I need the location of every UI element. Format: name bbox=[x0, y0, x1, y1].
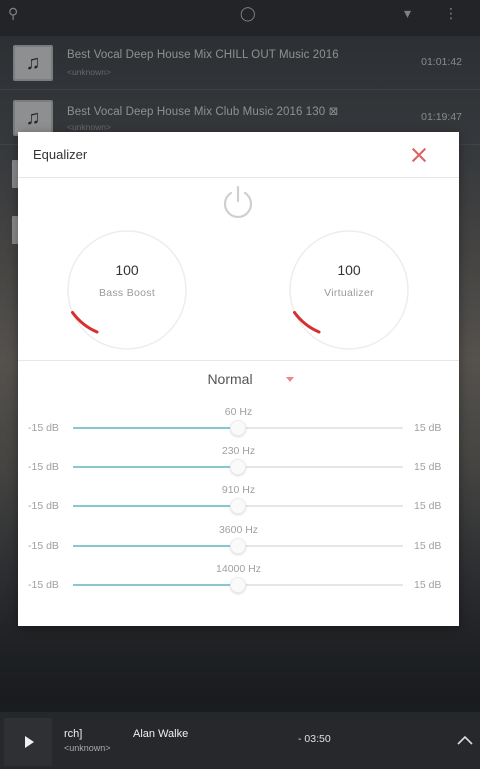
band-230hz: 230 Hz -15 dB 15 dB bbox=[18, 445, 459, 481]
virtualizer-label: Virtualizer bbox=[324, 287, 374, 299]
band-frequency: 3600 Hz bbox=[218, 524, 259, 536]
virtualizer-value: 100 bbox=[337, 262, 361, 278]
band-min-label: -15 dB bbox=[28, 500, 59, 512]
dialog-title: Equalizer bbox=[33, 147, 88, 162]
band-slider[interactable] bbox=[73, 498, 403, 514]
band-slider-fill bbox=[73, 466, 238, 468]
band-frequency: 60 Hz bbox=[224, 406, 253, 418]
band-frequency: 910 Hz bbox=[221, 484, 256, 496]
band-max-label: 15 dB bbox=[414, 540, 442, 552]
band-slider[interactable] bbox=[73, 420, 403, 436]
band-frequency: 14000 Hz bbox=[216, 563, 261, 575]
chevron-up-icon[interactable] bbox=[455, 732, 475, 748]
bass-boost-knob[interactable]: 100 Bass Boost bbox=[65, 228, 189, 352]
now-playing-time: - 03:50 bbox=[298, 733, 331, 745]
preset-dropdown[interactable]: Normal bbox=[18, 368, 459, 394]
now-playing-artist: Alan Walke bbox=[133, 728, 189, 740]
band-slider-thumb[interactable] bbox=[230, 538, 246, 554]
band-slider-fill bbox=[73, 505, 238, 507]
band-slider-fill bbox=[73, 584, 238, 586]
band-slider[interactable] bbox=[73, 577, 403, 593]
band-slider-fill bbox=[73, 545, 238, 547]
mini-player[interactable]: rch] Alan Walke <unknown> - 03:50 bbox=[0, 712, 480, 769]
band-910hz: 910 Hz -15 dB 15 dB bbox=[18, 484, 459, 520]
band-slider-thumb[interactable] bbox=[230, 577, 246, 593]
power-icon[interactable] bbox=[218, 182, 258, 222]
virtualizer-knob[interactable]: 100 Virtualizer bbox=[287, 228, 411, 352]
band-slider-fill bbox=[73, 427, 238, 429]
band-slider-thumb[interactable] bbox=[230, 420, 246, 436]
equalizer-dialog: Equalizer 100 Bass Boost 100 Virtualizer… bbox=[18, 132, 459, 626]
band-14000hz: 14000 Hz -15 dB 15 dB bbox=[18, 563, 459, 599]
band-60hz: 60 Hz -15 dB 15 dB bbox=[18, 406, 459, 442]
band-slider[interactable] bbox=[73, 459, 403, 475]
band-max-label: 15 dB bbox=[414, 500, 442, 512]
bass-boost-label: Bass Boost bbox=[98, 287, 156, 299]
band-min-label: -15 dB bbox=[28, 461, 59, 473]
band-min-label: -15 dB bbox=[28, 422, 59, 434]
preset-selected: Normal bbox=[207, 371, 253, 387]
play-icon bbox=[25, 736, 34, 748]
band-max-label: 15 dB bbox=[414, 461, 442, 473]
close-icon[interactable] bbox=[408, 144, 430, 166]
bass-boost-value: 100 bbox=[115, 262, 139, 278]
band-slider-thumb[interactable] bbox=[230, 459, 246, 475]
band-slider-thumb[interactable] bbox=[230, 498, 246, 514]
now-playing-title: rch] bbox=[64, 728, 83, 740]
band-frequency: 230 Hz bbox=[221, 445, 256, 457]
band-max-label: 15 dB bbox=[414, 579, 442, 591]
dialog-header: Equalizer bbox=[18, 132, 459, 178]
band-min-label: -15 dB bbox=[28, 579, 59, 591]
band-slider[interactable] bbox=[73, 538, 403, 554]
chevron-down-icon bbox=[286, 377, 294, 382]
now-playing-subtitle: <unknown> bbox=[64, 743, 111, 753]
band-min-label: -15 dB bbox=[28, 540, 59, 552]
divider bbox=[18, 360, 459, 361]
band-3600hz: 3600 Hz -15 dB 15 dB bbox=[18, 524, 459, 560]
play-button[interactable] bbox=[4, 718, 52, 766]
band-max-label: 15 dB bbox=[414, 422, 442, 434]
